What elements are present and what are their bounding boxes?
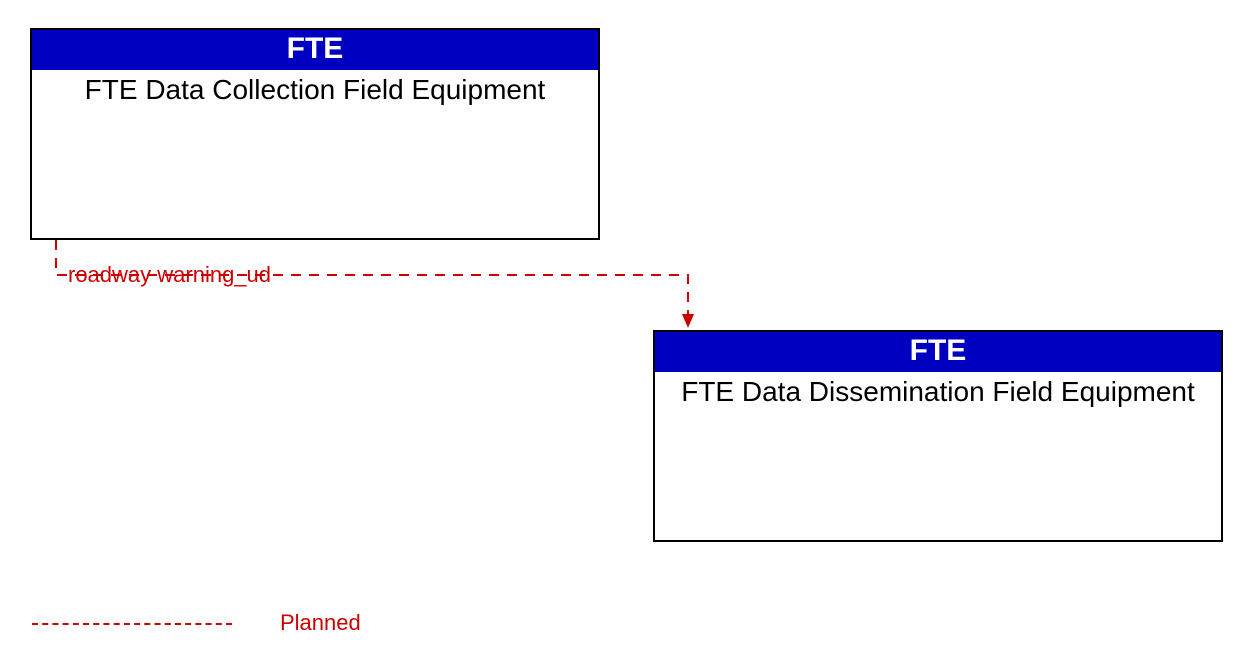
- node-target-header: FTE: [655, 332, 1221, 372]
- legend-label-planned: Planned: [280, 610, 361, 636]
- flow-label: roadway warning_ud: [68, 262, 271, 288]
- node-target-title: FTE Data Dissemination Field Equipment: [655, 372, 1221, 408]
- node-target: FTE FTE Data Dissemination Field Equipme…: [653, 330, 1223, 542]
- node-source-header: FTE: [32, 30, 598, 70]
- node-source: FTE FTE Data Collection Field Equipment: [30, 28, 600, 240]
- node-source-title: FTE Data Collection Field Equipment: [32, 70, 598, 106]
- legend-line-planned: [32, 623, 232, 625]
